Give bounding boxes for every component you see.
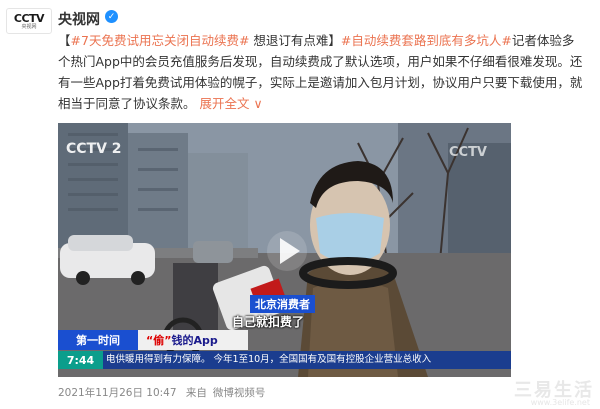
post-body: 【#7天免费试用忘关闭自动续费# 想退订有点难】#自动续费套路到底有多坑人#记者…: [58, 33, 583, 111]
program-lower-third: 第一时间 “偷” 钱的App: [58, 330, 511, 350]
post-source-link[interactable]: 微博视频号: [213, 387, 266, 399]
news-ticker: 7:44 电供暖用得到有力保障。 今年1至10月，全国国有及国有控股企业营业总收…: [58, 351, 511, 369]
hashtag-link[interactable]: #7天免费试用忘关闭自动续费#: [71, 33, 250, 48]
play-button[interactable]: [267, 231, 307, 271]
program-subject: “偷” 钱的App: [138, 330, 248, 350]
play-icon: [280, 238, 300, 264]
author-avatar[interactable]: CCTV 央视网: [6, 8, 52, 34]
verified-check-icon: ✓: [105, 10, 118, 23]
expand-full-text-link[interactable]: 展开全文 ∨: [200, 96, 263, 111]
channel-watermark: CCTV: [448, 145, 487, 160]
author-name[interactable]: 央视网: [58, 9, 100, 29]
cctv-logo-icon: CCTV 央视网: [13, 11, 45, 30]
chevron-down-icon: ∨: [253, 96, 263, 111]
ticker-clock: 7:44: [58, 351, 103, 369]
site-watermark-url: www.3elife.net: [530, 398, 590, 407]
channel-logo: CCTV 2: [66, 141, 122, 157]
hashtag-link[interactable]: #自动续费套路到底有多坑人#: [341, 33, 512, 48]
ticker-text: 电供暖用得到有力保障。 今年1至10月，全国国有及国有控股企业营业总收入: [106, 354, 432, 365]
weibo-post-card: CCTV 央视网 央视网 ✓ 【#7天免费试用忘关闭自动续费# 想退订有点难】#…: [0, 0, 600, 409]
post-timestamp[interactable]: 2021年11月26日 10:47: [58, 387, 177, 399]
subtitle-caption: 自己就扣费了: [232, 315, 305, 329]
post-meta: 2021年11月26日 10:47 来自 微博视频号: [58, 385, 271, 400]
program-name: 第一时间: [58, 330, 138, 350]
speaker-caption: 北京消费者: [250, 295, 315, 313]
post-source-prefix: 来自: [185, 387, 207, 399]
post-text-segment: 想退订有点难】: [249, 33, 341, 48]
video-player[interactable]: CCTV 2 CCTV 北京消费者 自己就扣费了 第一时间 “偷” 钱的App 7…: [58, 123, 511, 377]
